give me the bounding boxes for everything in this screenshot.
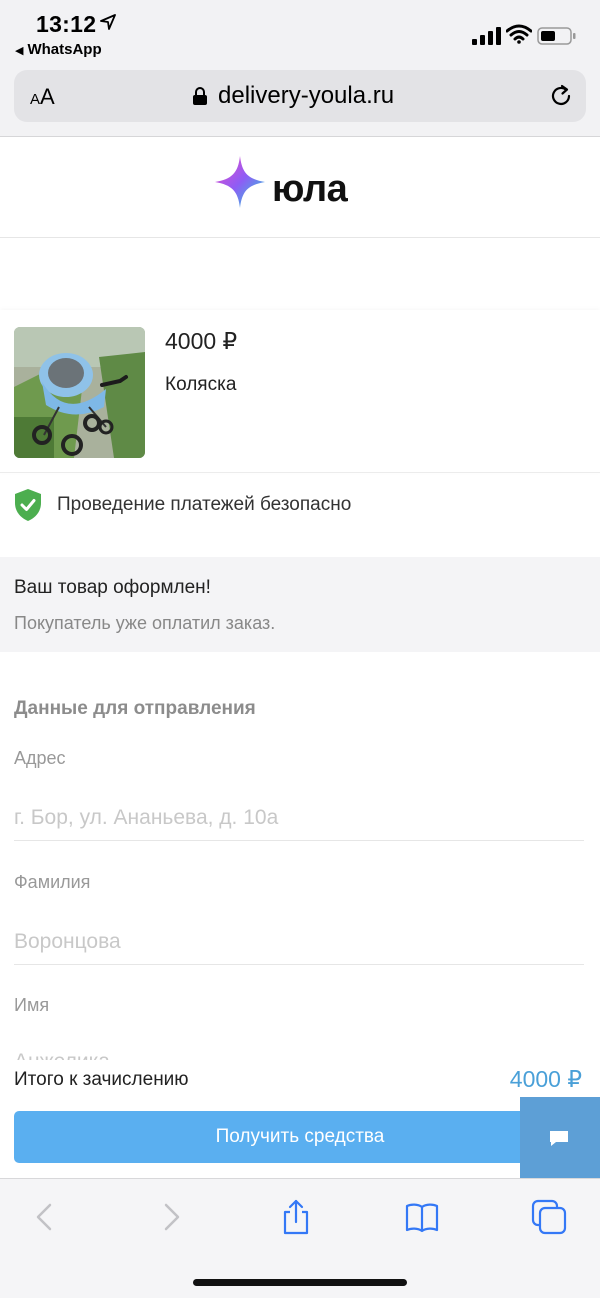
tabs-icon[interactable]	[531, 1199, 567, 1235]
total-value: 4000 ₽	[509, 1066, 582, 1092]
brand-name: юла	[272, 168, 348, 210]
back-to-app-link[interactable]: ◀ WhatsApp	[15, 41, 102, 58]
order-notice: Ваш товар оформлен! Покупатель уже оплат…	[0, 557, 600, 652]
wifi-icon	[506, 24, 532, 44]
surname-field[interactable]	[14, 920, 584, 965]
notice-title: Ваш товар оформлен!	[14, 577, 211, 598]
chat-button[interactable]	[520, 1097, 600, 1179]
reload-icon[interactable]	[548, 83, 574, 109]
battery-icon	[537, 27, 576, 45]
shipping-section-title: Данные для отправления	[14, 698, 256, 719]
back-icon[interactable]	[28, 1199, 64, 1235]
forward-icon[interactable]	[152, 1199, 188, 1235]
surname-label: Фамилия	[14, 872, 91, 892]
status-time: 13:12	[36, 11, 97, 37]
product-photo	[14, 327, 145, 458]
product-price: 4000 ₽	[165, 328, 238, 354]
signal-icon	[472, 27, 501, 45]
share-icon[interactable]	[278, 1199, 314, 1235]
back-app-label: WhatsApp	[27, 41, 102, 58]
bookmarks-icon[interactable]	[404, 1199, 440, 1235]
address-field[interactable]	[14, 796, 584, 841]
url-domain[interactable]: delivery-youla.ru	[218, 82, 394, 110]
site-header: юла	[0, 137, 600, 238]
product-card: 4000 ₽ Коляска	[0, 310, 600, 473]
total-label: Итого к зачислению	[14, 1069, 189, 1090]
name-label: Имя	[14, 995, 50, 1015]
text-size-button[interactable]: AA	[30, 84, 55, 110]
browser-toolbar	[0, 1178, 600, 1298]
location-arrow-icon	[100, 14, 116, 30]
back-triangle-icon: ◀	[15, 45, 24, 57]
total-row: Итого к зачислению 4000 ₽	[0, 1060, 600, 1104]
notice-subtitle: Покупатель уже оплатил заказ.	[14, 613, 276, 633]
chat-icon	[550, 1131, 568, 1146]
home-indicator[interactable]	[193, 1279, 407, 1286]
address-label: Адрес	[14, 748, 66, 768]
browser-address-area: AA delivery-youla.ru	[0, 62, 600, 137]
status-bar: 13:12 ◀ WhatsApp	[0, 0, 600, 62]
secure-text: Проведение платежей безопасно	[57, 494, 352, 515]
address-bar[interactable]: AA delivery-youla.ru	[14, 70, 586, 122]
youla-logo-icon[interactable]	[214, 155, 266, 209]
lock-icon	[193, 87, 207, 105]
shield-check-icon	[15, 489, 41, 521]
get-funds-button[interactable]: Получить средства	[14, 1111, 586, 1163]
product-title: Коляска	[165, 374, 237, 395]
